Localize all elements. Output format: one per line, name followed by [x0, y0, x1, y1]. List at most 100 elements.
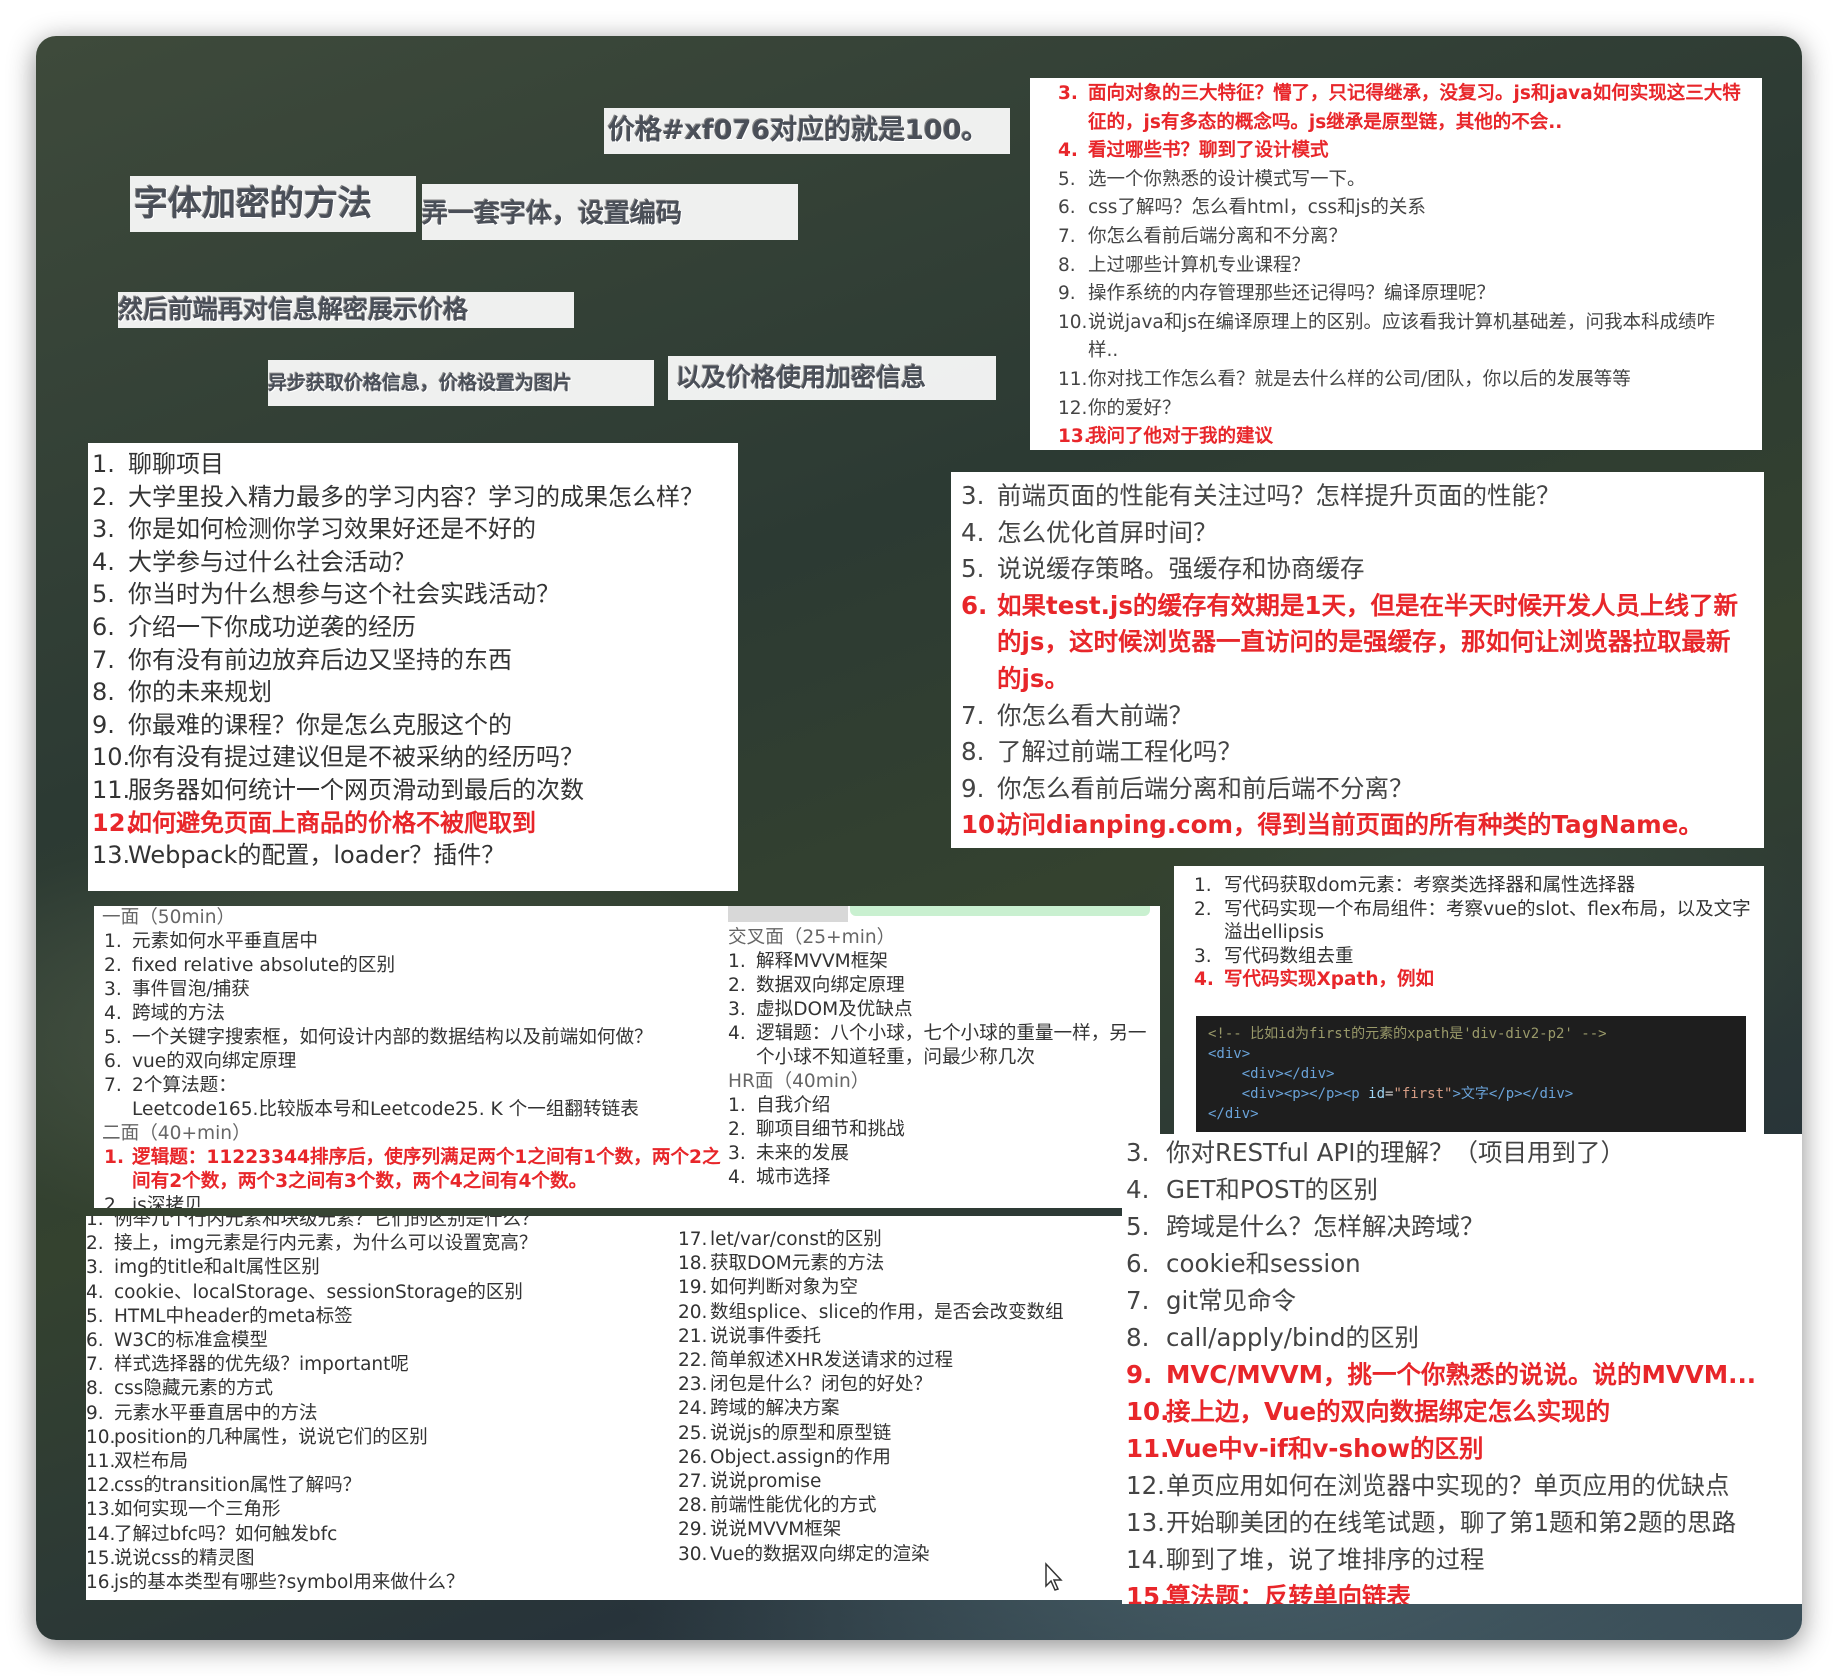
list-item: 18. 获取DOM元素的方法 [678, 1252, 1158, 1276]
list-item: 5. HTML中header的meta标签 [86, 1305, 646, 1329]
item-text: 说说js的原型和原型链 [710, 1422, 892, 1444]
item-text: 介绍一下你成功逆袭的经历 [128, 612, 416, 641]
card-frontend-basics: 1. 例举几个行内元素和块级元素？它们的区别是什么？ 2. 接上，img元素是行内元素… [86, 1216, 1162, 1600]
item-number: 18. [678, 1253, 708, 1275]
list-item: 5. 一个关键字搜索框，如何设计内部的数据结构以及前端如何做？ [104, 1026, 722, 1050]
list-item: 6. css了解吗？怎么看html，css和js的关系 [1058, 194, 1742, 223]
list-item: 5. 选一个你熟悉的设计模式写一下。 [1058, 166, 1742, 195]
item-text: 写代码实现Xpath，例如 [1224, 969, 1435, 990]
list-item: 19. 如何判断对象为空 [678, 1276, 1158, 1300]
item-number: 9. [1126, 1360, 1153, 1389]
item-number: 29. [678, 1519, 708, 1541]
code-line: >文字</p></div> [1452, 1086, 1574, 1102]
item-text: 你对RESTful API的理解？（项目用到了） [1166, 1138, 1626, 1167]
item-number: 1. [1194, 875, 1212, 896]
list-item: 21. 说说事件委托 [678, 1325, 1158, 1349]
item-number: 3. [961, 481, 985, 510]
card-oop-questions: 3. 面向对象的三大特征？懵了，只记得继承，没复习。js和java如何实现这三大特… [1030, 78, 1762, 450]
item-text: position的几种属性，说说它们的区别 [114, 1426, 428, 1448]
item-number: 5. [86, 1305, 104, 1327]
item-text: let/var/const的区别 [710, 1229, 882, 1250]
list-item: 16. js的基本类型有哪些?symbol用来做什么？ [86, 1571, 646, 1595]
item-text: 算法题：反转单向链表 [1166, 1582, 1411, 1604]
item-number: 2. [728, 975, 746, 996]
item-number: 2. [86, 1233, 104, 1255]
item-number: 1. [92, 450, 115, 478]
caption-custom-font: 弄一套字体，设置编码 [422, 184, 798, 240]
list-item: 10. position的几种属性，说说它们的区别 [86, 1426, 646, 1450]
item-number: 3. [728, 1143, 746, 1164]
code-attr: id [1368, 1086, 1386, 1102]
item-text: 你对找工作怎么看？就是去什么样的公司/团队，你以后的发展等等 [1088, 368, 1631, 390]
cross-round-title: 交叉面（25+min） [728, 927, 896, 948]
card-coding-questions: 1. 写代码获取dom元素：考察类选择器和属性选择器 2. 写代码实现一个布局组件：考… [1174, 866, 1764, 1136]
item-number: 9. [1058, 283, 1076, 305]
list-item: 17. let/var/const的区别 [678, 1228, 1158, 1252]
item-text: HTML中header的meta标签 [114, 1305, 353, 1327]
item-number: 3. [1194, 945, 1212, 967]
list-item: 13. 我问了他对于我的建议 [1058, 423, 1742, 450]
item-text: 你是如何检测你学习效果好还是不好的 [128, 515, 536, 544]
item-number: 9. [92, 710, 115, 739]
list-item: 20. 数组splice、slice的作用，是否会改变数组 [678, 1301, 1158, 1325]
item-text: cookie、localStorage、sessionStorage的区别 [114, 1281, 523, 1303]
list-item: 10. 说说java和js在编译原理上的区别。应该看我计算机基础差，问我本科成绩咋… [1058, 309, 1742, 366]
item-number [104, 1098, 132, 1122]
item-text: 说说MVVM框架 [710, 1519, 842, 1541]
item-text: 你有没有提过建议但是不被采纳的经历吗？ [128, 743, 584, 772]
item-number: 7. [86, 1354, 104, 1376]
item-text: 未来的发展 [756, 1143, 849, 1164]
list-item: 3. 虚拟DOM及优缺点 [728, 998, 1158, 1022]
item-text: 服务器如何统计一个网页滑动到最后的次数 [128, 775, 584, 804]
item-number: 8. [86, 1378, 104, 1400]
item-text: 你怎么看大前端？ [997, 700, 1193, 730]
item-number: 20. [678, 1301, 708, 1323]
list-item: 9. MVC/MVVM，挑一个你熟悉的说说。说的MVVM... [1126, 1356, 1792, 1393]
caption-async-image: 异步获取价格信息，价格设置为图片 [268, 360, 654, 406]
item-text: 接上，img元素是行内元素，为什么可以设置宽高？ [114, 1233, 538, 1255]
item-number: 4. [1058, 140, 1078, 162]
item-number: 5. [104, 1027, 122, 1048]
card-web-questions: 3. 你对RESTful API的理解？（项目用到了） 4. GET和POST的区别 5… [1122, 1134, 1802, 1604]
item-text: 样式选择器的优先级？important呢 [114, 1354, 409, 1376]
item-text: 写代码数组去重 [1224, 945, 1354, 967]
list-item: 12. 如何避免页面上商品的价格不被爬取到 [92, 807, 732, 840]
item-number: 9. [86, 1402, 104, 1424]
list-item: 4. 写代码实现Xpath，例如 [1194, 968, 1754, 992]
list-item: 1. 自我介绍 [728, 1094, 1158, 1118]
item-number: 7. [92, 645, 115, 674]
list-item: 7. git常见命令 [1126, 1282, 1792, 1319]
item-text: css的transition属性了解吗？ [114, 1475, 362, 1497]
item-number: 13. [86, 1499, 116, 1521]
item-text: Webpack的配置，loader？插件？ [128, 841, 506, 870]
item-number: 4. [961, 517, 985, 547]
list-item: 8. css隐藏元素的方式 [86, 1377, 646, 1401]
item-text: 获取DOM元素的方法 [710, 1253, 885, 1275]
caption-price-mapping: 价格#xf076对应的就是100。 [604, 108, 1010, 154]
item-text: 了解过bfc吗？如何触发bfc [114, 1523, 338, 1545]
list-item: 4. 跨域的方法 [104, 1002, 722, 1026]
item-number: 11. [92, 775, 131, 804]
item-number: 9. [961, 773, 985, 803]
list-item: 11. 双栏布局 [86, 1450, 646, 1474]
list-item: 10. 你有没有提过建议但是不被采纳的经历吗？ [92, 741, 732, 774]
item-text: 说说css的精灵图 [114, 1547, 255, 1569]
list-item: 4. 看过哪些书？聊到了设计模式 [1058, 137, 1742, 166]
list-item: 3. 事件冒泡/捕获 [104, 978, 722, 1002]
list-item: 6. 如果test.js的缓存有效期是1天，但是在半天时候开发人员上线了新的js，… [961, 588, 1744, 698]
code-comment: <!-- 比如id为first的元素的xpath是'div-div2-p2' -… [1208, 1026, 1607, 1042]
item-text: 选一个你熟悉的设计模式写一下。 [1088, 168, 1366, 190]
list-item: 3. 前端页面的性能有关注过吗？怎样提升页面的性能？ [961, 478, 1744, 515]
list-item: 9. 你怎么看前后端分离和前后端不分离？ [961, 771, 1744, 808]
collage-frame: 价格#xf076对应的就是100。 字体加密的方法 弄一套字体，设置编码 然后前… [36, 36, 1802, 1640]
item-number: 7. [104, 1075, 122, 1096]
list-item: 2. 聊项目细节和挑战 [728, 1118, 1158, 1142]
code-line: </div> [1208, 1106, 1259, 1122]
item-text: 说说java和js在编译原理上的区别。应该看我计算机基础差，问我本科成绩咋样.. [1088, 311, 1716, 362]
item-text: 说说缓存策略。强缓存和协商缓存 [997, 554, 1365, 584]
list-item: 5. 跨域是什么？怎样解决跨域？ [1126, 1208, 1792, 1245]
item-number: 1. [728, 951, 746, 972]
list-item: 10. 接上边，Vue的双向数据绑定怎么实现的 [1126, 1393, 1792, 1430]
code-value: "first" [1393, 1086, 1453, 1102]
caption-decrypt-display: 然后前端再对信息解密展示价格 [118, 292, 574, 328]
